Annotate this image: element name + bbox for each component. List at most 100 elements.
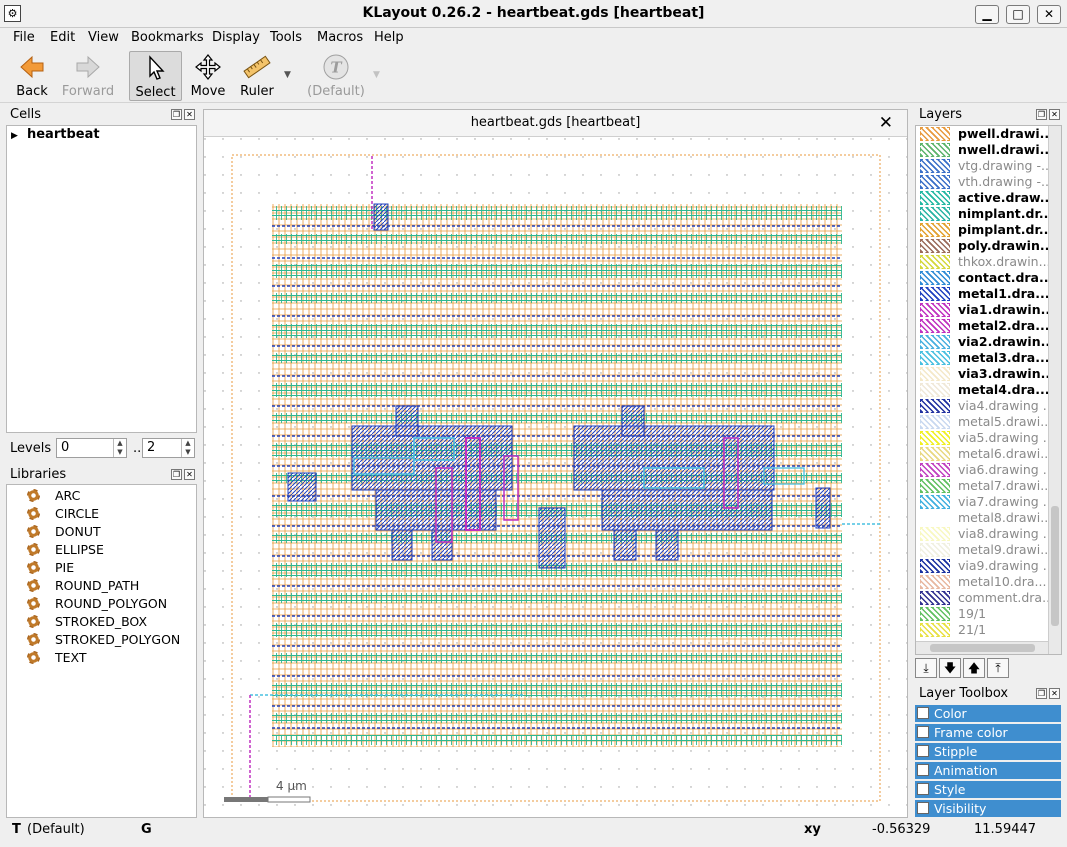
- library-gear-icon: [27, 579, 40, 592]
- layer-color-swatch: [920, 591, 950, 605]
- move-layer-bottom-button[interactable]: ⤓: [915, 658, 937, 678]
- layer-item[interactable]: pimplant.dr...: [918, 222, 1052, 238]
- scroll-thumb[interactable]: [930, 644, 1035, 652]
- layer-item[interactable]: 21/1: [918, 622, 1050, 638]
- layer-item[interactable]: metal3.dra...: [918, 350, 1050, 366]
- toolbox-stipple[interactable]: Stipple: [915, 743, 1061, 760]
- layer-item[interactable]: contact.dra...: [918, 270, 1052, 286]
- ruler-tool-button[interactable]: Ruler: [236, 51, 278, 101]
- close-panel-icon[interactable]: ✕: [1049, 109, 1060, 120]
- layer-item[interactable]: via9.drawing ...: [918, 558, 1052, 574]
- layer-item[interactable]: via5.drawing ...: [918, 430, 1052, 446]
- layer-item[interactable]: via2.drawin...: [918, 334, 1052, 350]
- layer-item[interactable]: metal5.drawi...: [918, 414, 1052, 430]
- layer-item[interactable]: active.draw...: [918, 190, 1052, 206]
- layer-item[interactable]: via7.drawing ...: [918, 494, 1052, 510]
- layer-list-vscrollbar[interactable]: [1048, 126, 1061, 654]
- layout-canvas[interactable]: 4 µm: [204, 138, 907, 818]
- cell-tree: ▶ heartbeat: [6, 125, 197, 433]
- toolbox-animation[interactable]: Animation: [915, 762, 1061, 779]
- float-panel-icon[interactable]: ❐: [171, 109, 182, 120]
- close-panel-icon[interactable]: ✕: [184, 109, 195, 120]
- layer-item[interactable]: 19/1: [918, 606, 1050, 622]
- layer-item[interactable]: metal8.drawi...: [918, 510, 1052, 526]
- layer-item[interactable]: metal7.drawi...: [918, 478, 1052, 494]
- layer-item[interactable]: via4.drawing ...: [918, 398, 1052, 414]
- layer-item[interactable]: metal2.dra...: [918, 318, 1050, 334]
- layer-name: poly.drawin...: [958, 238, 1052, 253]
- checkbox[interactable]: [917, 783, 929, 795]
- cell-item-heartbeat[interactable]: ▶ heartbeat: [11, 127, 100, 142]
- move-tool-button[interactable]: Move: [186, 51, 230, 101]
- ruler-dropdown-arrow-icon[interactable]: ▼: [284, 70, 291, 80]
- move-layer-top-button[interactable]: ⤒: [987, 658, 1009, 678]
- close-button[interactable]: ✕: [1037, 5, 1061, 24]
- layer-item[interactable]: metal6.drawi...: [918, 446, 1052, 462]
- checkbox[interactable]: [917, 745, 929, 757]
- close-panel-icon[interactable]: ✕: [1049, 688, 1060, 699]
- float-panel-icon[interactable]: ❐: [1036, 109, 1047, 120]
- layer-item[interactable]: metal4.dra...: [918, 382, 1050, 398]
- layer-item[interactable]: comment.dra...: [918, 590, 1052, 606]
- menu-display[interactable]: Display: [212, 30, 260, 45]
- move-layer-down-button[interactable]: 🡇: [939, 658, 961, 678]
- layer-item[interactable]: nwell.drawi...: [918, 142, 1052, 158]
- menu-tools[interactable]: Tools: [270, 30, 302, 45]
- float-panel-icon[interactable]: ❐: [1036, 688, 1047, 699]
- close-tab-icon[interactable]: ✕: [879, 110, 893, 136]
- layer-name: vth.drawing -...: [958, 174, 1052, 189]
- toolbox-color[interactable]: Color: [915, 705, 1061, 722]
- menu-file[interactable]: File: [13, 30, 35, 45]
- menu-bookmarks[interactable]: Bookmarks: [131, 30, 204, 45]
- layer-list-hscrollbar[interactable]: [916, 641, 1048, 654]
- checkbox[interactable]: [917, 726, 929, 738]
- levels-to-spinbox[interactable]: 2 ▲ ▼: [142, 438, 195, 458]
- minimize-button[interactable]: ▁: [975, 5, 999, 24]
- default-dropdown-arrow-icon[interactable]: ▼: [373, 70, 380, 80]
- library-gear-icon: [27, 651, 40, 664]
- back-button[interactable]: Back: [8, 51, 56, 101]
- checkbox[interactable]: [917, 707, 929, 719]
- maximize-button[interactable]: □: [1006, 5, 1030, 24]
- toolbox-visibility[interactable]: Visibility: [915, 800, 1061, 817]
- layer-item[interactable]: via6.drawing ...: [918, 462, 1052, 478]
- toolbox-frame-color[interactable]: Frame color: [915, 724, 1061, 741]
- layer-item[interactable]: via3.drawin...: [918, 366, 1052, 382]
- layer-item[interactable]: thkox.drawin...: [918, 254, 1051, 270]
- layer-item[interactable]: vth.drawing -...: [918, 174, 1052, 190]
- forward-button[interactable]: Forward: [60, 51, 116, 101]
- scroll-thumb[interactable]: [1051, 506, 1059, 626]
- layer-color-swatch: [920, 255, 950, 269]
- close-panel-icon[interactable]: ✕: [184, 469, 195, 480]
- menu-macros[interactable]: Macros: [317, 30, 363, 45]
- layer-color-swatch: [920, 415, 950, 429]
- spin-updown-icon[interactable]: ▲ ▼: [181, 439, 194, 457]
- layer-item[interactable]: via8.drawing ...: [918, 526, 1052, 542]
- select-tool-button[interactable]: Select: [129, 51, 182, 101]
- menu-edit[interactable]: Edit: [50, 30, 75, 45]
- levels-from-spinbox[interactable]: 0 ▲ ▼: [56, 438, 127, 458]
- layer-item[interactable]: via1.drawin...: [918, 302, 1052, 318]
- levels-row: Levels 0 ▲ ▼ .. 2 ▲ ▼: [6, 436, 197, 464]
- menu-help[interactable]: Help: [374, 30, 404, 45]
- default-template-button[interactable]: T (Default): [306, 51, 366, 101]
- layer-item[interactable]: pwell.drawi...: [918, 126, 1052, 142]
- layer-item[interactable]: nimplant.dr...: [918, 206, 1052, 222]
- checkbox[interactable]: [917, 802, 929, 814]
- expand-arrow-icon[interactable]: ▶: [11, 131, 18, 141]
- menu-view[interactable]: View: [88, 30, 119, 45]
- checkbox[interactable]: [917, 764, 929, 776]
- layer-item[interactable]: metal10.dra...: [918, 574, 1050, 590]
- svg-text:T: T: [330, 59, 343, 77]
- spin-updown-icon[interactable]: ▲ ▼: [113, 439, 126, 457]
- layer-item[interactable]: metal9.drawi...: [918, 542, 1052, 558]
- layer-item[interactable]: vtg.drawing -...: [918, 158, 1052, 174]
- layer-item[interactable]: poly.drawin...: [918, 238, 1052, 254]
- float-panel-icon[interactable]: ❐: [171, 469, 182, 480]
- layout-tab[interactable]: heartbeat.gds [heartbeat] ✕: [204, 110, 907, 137]
- layer-item[interactable]: metal1.dra...: [918, 286, 1050, 302]
- layer-name: vtg.drawing -...: [958, 158, 1052, 173]
- layer-color-swatch: [920, 607, 950, 621]
- toolbox-style[interactable]: Style: [915, 781, 1061, 798]
- move-layer-up-button[interactable]: 🡅: [963, 658, 985, 678]
